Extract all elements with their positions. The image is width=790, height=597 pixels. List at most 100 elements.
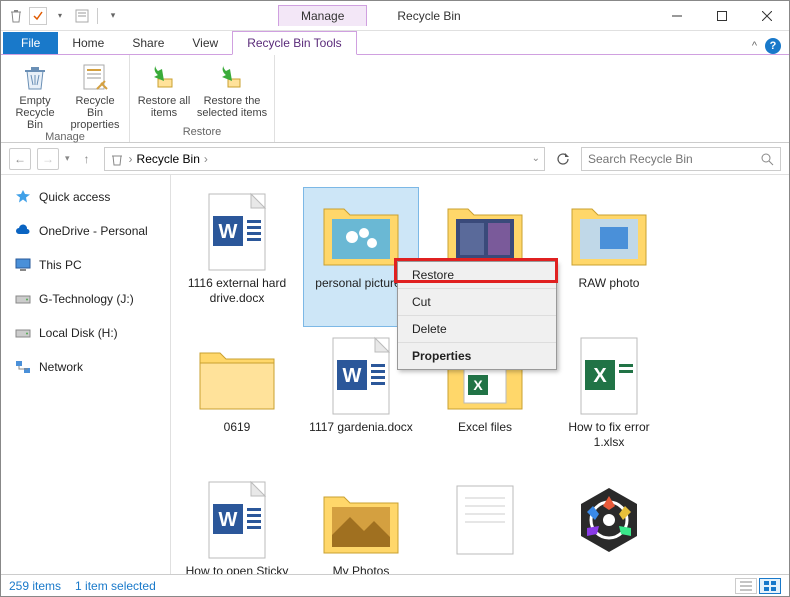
sidebar-item-label: Network (39, 360, 83, 374)
ribbon-group-label: Restore (183, 126, 222, 140)
restore-selected-icon (216, 61, 248, 93)
ribbon-group-restore: Restore all items Restore the selected i… (130, 55, 275, 142)
drive-icon (15, 325, 31, 341)
ribbon-group-label: Manage (45, 131, 85, 145)
sidebar-item-label: Quick access (39, 190, 110, 204)
forward-button[interactable]: → (37, 148, 59, 170)
folder-photo-icon (445, 192, 525, 272)
up-button[interactable]: ↑ (76, 148, 98, 170)
file-item[interactable] (551, 475, 667, 574)
word-icon: W (197, 480, 277, 560)
help-icon[interactable]: ? (765, 38, 781, 54)
sidebar-item-quick-access[interactable]: Quick access (1, 185, 170, 209)
tab-view[interactable]: View (178, 32, 232, 54)
word-icon: W (197, 192, 277, 272)
file-label: Excel files (458, 420, 512, 435)
breadcrumb-location[interactable]: Recycle Bin (137, 152, 200, 166)
contextual-tab-label: Manage (278, 5, 367, 26)
sidebar-item-drive-h[interactable]: Local Disk (H:) (1, 321, 170, 345)
text-icon (445, 480, 525, 560)
search-icon[interactable] (760, 152, 774, 166)
file-label: RAW photo (579, 276, 640, 291)
checkmark-icon[interactable] (29, 7, 47, 25)
chevron-down-icon[interactable]: ▾ (51, 7, 69, 25)
file-item[interactable]: RAW photo (551, 187, 667, 327)
sidebar-item-this-pc[interactable]: This PC (1, 253, 170, 277)
properties-sheet-icon (79, 61, 111, 93)
ribbon-btn-label: Recycle Bin properties (67, 95, 123, 131)
status-bar: 259 items 1 item selected (1, 574, 789, 596)
file-label: My Photos (333, 564, 390, 574)
titlebar: ▾ ▾ Manage Recycle Bin (1, 1, 789, 31)
thumbnails-view-button[interactable] (759, 578, 781, 594)
chevron-right-icon[interactable]: › (204, 152, 208, 166)
recycle-bin-properties-button[interactable]: Recycle Bin properties (67, 61, 123, 131)
minimize-button[interactable] (654, 1, 699, 30)
empty-recycle-bin-button[interactable]: Empty Recycle Bin (7, 61, 63, 131)
word-icon: W (321, 336, 401, 416)
file-item[interactable]: X How to fix error 1.xlsx (551, 331, 667, 471)
app-dark-icon (569, 480, 649, 560)
file-label: How to open Sticky Notes.docx (184, 564, 290, 574)
ribbon: Empty Recycle Bin Recycle Bin properties… (1, 55, 789, 143)
recent-locations-icon[interactable]: ▾ (65, 153, 70, 164)
file-item[interactable]: W1116 external hard drive.docx (179, 187, 295, 327)
menu-item-cut[interactable]: Cut (398, 289, 556, 316)
ribbon-group-manage: Empty Recycle Bin Recycle Bin properties… (1, 55, 130, 142)
svg-text:W: W (219, 221, 238, 243)
qat-dropdown-icon[interactable]: ▾ (104, 7, 122, 25)
item-view[interactable]: W1116 external hard drive.docx personal p… (171, 175, 789, 574)
navigation-pane: Quick access OneDrive - Personal This PC… (1, 175, 171, 574)
sidebar-item-onedrive[interactable]: OneDrive - Personal (1, 219, 170, 243)
restore-selected-button[interactable]: Restore the selected items (196, 61, 268, 119)
search-input[interactable] (588, 152, 760, 166)
file-item[interactable]: My Photos (303, 475, 419, 574)
file-label: How to fix error 1.xlsx (556, 420, 662, 450)
chevron-right-icon[interactable]: › (129, 152, 133, 166)
ribbon-btn-label: Restore the selected items (196, 95, 268, 119)
file-item[interactable] (427, 475, 543, 574)
file-label: 1117 gardenia.docx (309, 420, 413, 435)
restore-all-button[interactable]: Restore all items (136, 61, 192, 119)
star-icon (15, 189, 31, 205)
cloud-icon (15, 223, 31, 239)
excel-icon: X (569, 336, 649, 416)
refresh-button[interactable] (551, 147, 575, 171)
tab-home[interactable]: Home (58, 32, 118, 54)
sidebar-item-network[interactable]: Network (1, 355, 170, 379)
menu-item-properties[interactable]: Properties (398, 343, 556, 369)
tab-share[interactable]: Share (118, 32, 178, 54)
file-item[interactable]: W How to open Sticky Notes.docx (179, 475, 295, 574)
details-view-button[interactable] (735, 578, 757, 594)
tab-recycle-bin-tools[interactable]: Recycle Bin Tools (232, 31, 357, 55)
sidebar-item-drive-j[interactable]: G-Technology (J:) (1, 287, 170, 311)
close-button[interactable] (744, 1, 789, 30)
sidebar-item-label: This PC (39, 258, 82, 272)
chevron-down-icon[interactable]: ⌄ (532, 153, 540, 164)
folder-photo3-icon (321, 480, 401, 560)
breadcrumb[interactable]: › Recycle Bin › ⌄ (104, 147, 545, 171)
network-icon (15, 359, 31, 375)
file-label: personal pictures (315, 276, 406, 291)
svg-text:W: W (219, 509, 238, 531)
file-item[interactable]: 0619 (179, 331, 295, 471)
window-controls (654, 1, 789, 30)
svg-text:X: X (473, 377, 483, 393)
file-label: 0619 (224, 420, 251, 435)
ribbon-tabs: File Home Share View Recycle Bin Tools ^… (1, 31, 789, 55)
back-button[interactable]: ← (9, 148, 31, 170)
collapse-ribbon-icon[interactable]: ^ (752, 40, 757, 52)
properties-icon[interactable] (73, 7, 91, 25)
menu-item-delete[interactable]: Delete (398, 316, 556, 343)
quick-access-toolbar: ▾ ▾ (1, 7, 128, 25)
maximize-button[interactable] (699, 1, 744, 30)
address-bar: ← → ▾ ↑ › Recycle Bin › ⌄ (1, 143, 789, 175)
window-title: Recycle Bin (397, 9, 460, 23)
menu-item-restore[interactable]: Restore (398, 262, 556, 289)
divider (97, 8, 98, 24)
search-box[interactable] (581, 147, 781, 171)
recycle-bin-icon[interactable] (7, 7, 25, 25)
folder-flowers-icon (321, 192, 401, 272)
context-menu: Restore Cut Delete Properties (397, 261, 557, 370)
file-tab[interactable]: File (3, 32, 58, 54)
